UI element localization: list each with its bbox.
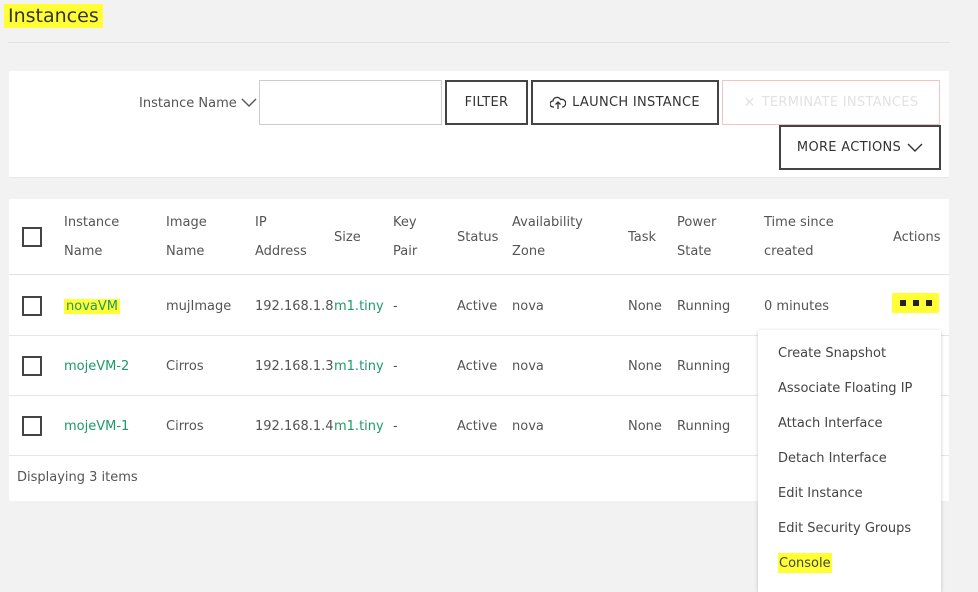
row-checkbox[interactable] bbox=[22, 296, 42, 316]
image-name-cell: mujImage bbox=[166, 298, 232, 314]
ip-address-cell: 192.168.1.8 bbox=[255, 298, 334, 314]
time-since-created-cell: 0 minutes bbox=[764, 298, 830, 314]
item-count: Displaying 3 items bbox=[17, 470, 138, 485]
ip-address-cell: 192.168.1.3 bbox=[255, 358, 334, 374]
row-checkbox[interactable] bbox=[22, 356, 42, 376]
header-image-name[interactable]: Image Name bbox=[166, 199, 207, 275]
key-pair-cell: - bbox=[393, 358, 398, 374]
task-cell: None bbox=[628, 358, 662, 374]
header-text: Image bbox=[166, 215, 207, 230]
header-text: Availability bbox=[512, 215, 583, 230]
more-actions-label: MORE ACTIONS bbox=[796, 140, 902, 155]
header-text: Name bbox=[64, 244, 103, 259]
header-actions: Actions bbox=[893, 229, 941, 245]
instance-link[interactable]: novaVM bbox=[64, 298, 120, 314]
status-cell: Active bbox=[457, 418, 498, 434]
instance-name-cell: novaVM bbox=[64, 276, 120, 336]
cloud-upload-icon bbox=[550, 96, 567, 109]
page-title: Instances bbox=[4, 4, 103, 28]
toolbar: Instance Name FILTER LAUNCH INSTANCE ✕ T… bbox=[9, 71, 949, 178]
terminate-instances-button[interactable]: ✕ TERMINATE INSTANCES bbox=[722, 80, 940, 125]
ip-address-cell: 192.168.1.4 bbox=[255, 418, 334, 434]
more-dots-icon bbox=[912, 300, 919, 306]
menu-item-create-snapshot[interactable]: Create Snapshot bbox=[778, 343, 886, 363]
image-name-cell: Cirros bbox=[166, 418, 204, 434]
header-text: Instance bbox=[64, 215, 120, 230]
menu-item-edit-instance[interactable]: Edit Instance bbox=[778, 483, 863, 503]
launch-instance-label: LAUNCH INSTANCE bbox=[572, 95, 700, 110]
row-actions-dropdown: Create Snapshot Associate Floating IP At… bbox=[758, 330, 941, 592]
launch-instance-button[interactable]: LAUNCH INSTANCE bbox=[531, 80, 719, 125]
menu-item-associate-floating-ip[interactable]: Associate Floating IP bbox=[778, 378, 912, 398]
terminate-instances-label: TERMINATE INSTANCES bbox=[761, 95, 919, 110]
header-text: Pair bbox=[393, 244, 418, 259]
header-availability-zone[interactable]: Availability Zone bbox=[512, 199, 583, 275]
row-checkbox[interactable] bbox=[22, 416, 42, 436]
status-cell: Active bbox=[457, 358, 498, 374]
more-dots-icon bbox=[925, 300, 932, 306]
size-link[interactable]: m1.tiny bbox=[334, 396, 384, 456]
header-key-pair[interactable]: Key Pair bbox=[393, 199, 417, 275]
header-task[interactable]: Task bbox=[628, 199, 656, 275]
menu-item-console[interactable]: Console bbox=[778, 553, 832, 573]
key-pair-cell: - bbox=[393, 298, 398, 314]
header-ip-address[interactable]: IP Address bbox=[255, 199, 307, 275]
image-name-cell: Cirros bbox=[166, 358, 204, 374]
power-state-cell: Running bbox=[677, 358, 731, 374]
zone-cell: nova bbox=[512, 298, 544, 314]
power-state-cell: Running bbox=[677, 298, 731, 314]
menu-item-attach-interface[interactable]: Attach Interface bbox=[778, 413, 883, 433]
size-link[interactable]: m1.tiny bbox=[334, 276, 384, 336]
key-pair-cell: - bbox=[393, 418, 398, 434]
header-text: State bbox=[677, 244, 712, 259]
more-dots-icon bbox=[899, 300, 906, 306]
header-text: Key bbox=[393, 215, 417, 230]
header-text: Address bbox=[255, 244, 307, 259]
zone-cell: nova bbox=[512, 358, 544, 374]
menu-item-detach-interface[interactable]: Detach Interface bbox=[778, 448, 887, 468]
filter-button-label: FILTER bbox=[464, 95, 509, 110]
instance-link[interactable]: mojeVM-1 bbox=[64, 396, 129, 456]
status-cell: Active bbox=[457, 298, 498, 314]
table-row: novaVM mujImage 192.168.1.8 m1.tiny - Ac… bbox=[9, 276, 949, 336]
more-actions-button[interactable]: MORE ACTIONS bbox=[779, 125, 941, 170]
power-state-cell: Running bbox=[677, 418, 731, 434]
header-power-state[interactable]: Power State bbox=[677, 199, 716, 275]
task-cell: None bbox=[628, 298, 662, 314]
header-instance-name[interactable]: Instance Name bbox=[64, 199, 119, 275]
header-size[interactable]: Size bbox=[334, 199, 361, 275]
size-link[interactable]: m1.tiny bbox=[334, 336, 384, 396]
close-icon: ✕ bbox=[743, 94, 756, 111]
header-divider bbox=[9, 274, 949, 275]
header-text: IP bbox=[255, 215, 267, 230]
header-status[interactable]: Status bbox=[457, 199, 498, 275]
chevron-down-icon bbox=[907, 143, 923, 152]
filter-input[interactable] bbox=[259, 80, 442, 125]
row-actions-menu-button[interactable] bbox=[892, 293, 939, 313]
zone-cell: nova bbox=[512, 418, 544, 434]
header-time-since-created[interactable]: Time since created bbox=[764, 199, 834, 275]
title-divider bbox=[8, 42, 950, 43]
header-text: Power bbox=[677, 215, 717, 230]
filter-field-select[interactable]: Instance Name bbox=[139, 93, 257, 113]
header-text: created bbox=[764, 244, 814, 259]
header-text: Name bbox=[166, 244, 205, 259]
select-all-checkbox[interactable] bbox=[22, 227, 42, 247]
header-text: Time since bbox=[764, 215, 834, 230]
menu-item-edit-security-groups[interactable]: Edit Security Groups bbox=[778, 518, 911, 538]
task-cell: None bbox=[628, 418, 662, 434]
header-text: Zone bbox=[512, 244, 546, 259]
chevron-down-icon bbox=[241, 98, 257, 107]
filter-button[interactable]: FILTER bbox=[445, 80, 528, 125]
instance-link[interactable]: mojeVM-2 bbox=[64, 336, 129, 396]
filter-field-label: Instance Name bbox=[139, 95, 237, 111]
